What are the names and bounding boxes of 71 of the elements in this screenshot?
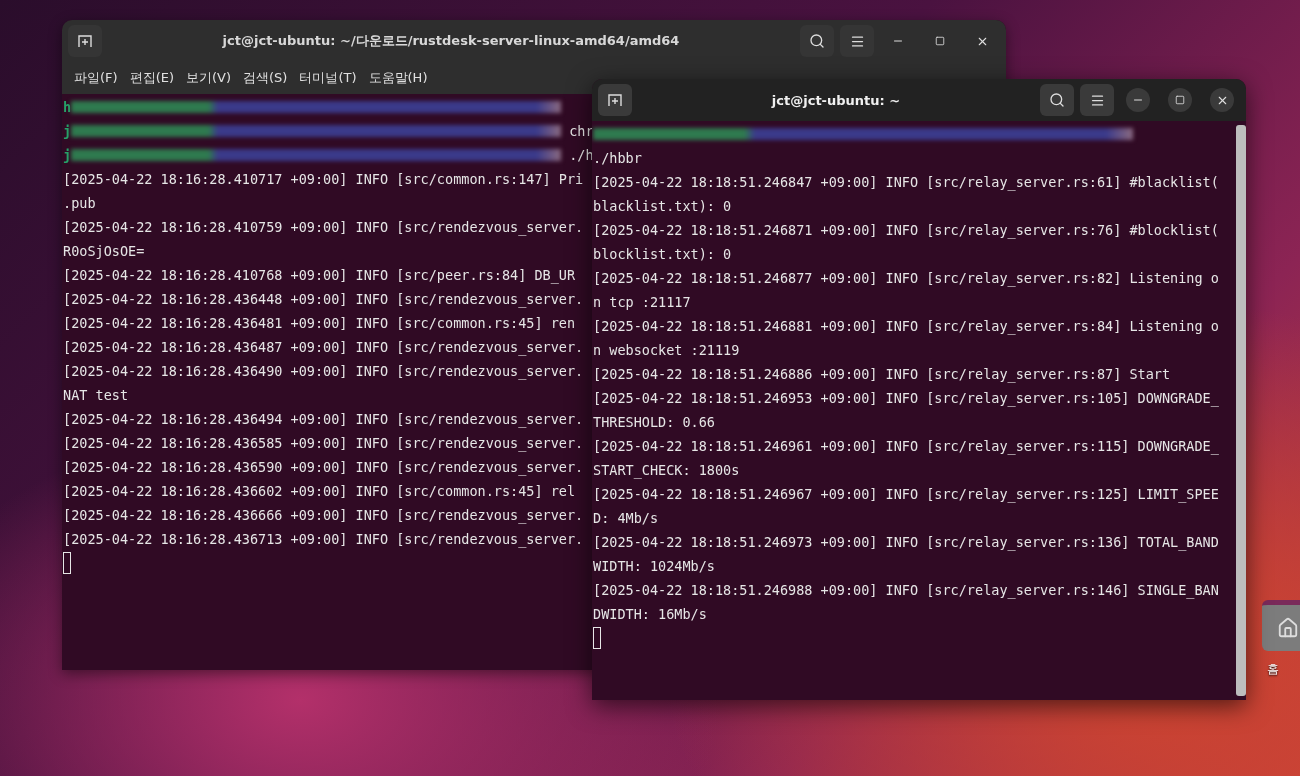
terminal-line: [2025-04-22 18:18:51.246953 +09:00] INFO [src/relay_server.rs:105] DOWNGRADE_ [593, 389, 1219, 409]
search-icon [1049, 92, 1065, 108]
maximize-icon [1175, 95, 1185, 105]
terminal-line: WIDTH: 1024Mb/s [593, 557, 715, 576]
terminal-line: NAT test [63, 386, 129, 405]
terminal-line: [2025-04-22 18:16:28.436494 +09:00] INFO [src/rendezvous_server. [63, 410, 584, 430]
terminal-line: n websocket :21119 [593, 341, 740, 360]
cursor [593, 627, 601, 649]
home-folder-icon[interactable] [1262, 600, 1300, 651]
window-title: jct@jct-ubuntu: ~ [770, 92, 902, 108]
search-button[interactable] [800, 25, 834, 57]
cursor [63, 552, 71, 574]
terminal-line: blacklist.txt): 0 [593, 197, 732, 216]
menu-item[interactable]: 편집(E) [123, 69, 180, 87]
terminal-line: blocklist.txt): 0 [593, 245, 732, 264]
terminal-line: [2025-04-22 18:18:51.246871 +09:00] INFO [src/relay_server.rs:76] #blocklist( [593, 221, 1219, 241]
terminal-line: START_CHECK: 1800s [593, 461, 740, 481]
scrollbar-thumb[interactable] [1236, 125, 1246, 696]
terminal-line: [2025-04-22 18:16:28.436490 +09:00] INFO [src/rendezvous_server. [63, 362, 584, 382]
terminal-line: [2025-04-22 18:16:28.436713 +09:00] INFO [src/rendezvous_server. [63, 530, 584, 550]
terminal-line: [2025-04-22 18:18:51.246881 +09:00] INFO [src/relay_server.rs:84] Listening o [593, 317, 1219, 337]
menu-item[interactable]: 파일(F) [68, 69, 124, 87]
close-button[interactable] [1210, 88, 1234, 112]
terminal-line: [2025-04-22 18:16:28.436585 +09:00] INFO [src/rendezvous_server. [63, 434, 584, 454]
terminal-line: DWIDTH: 16Mb/s [593, 605, 707, 624]
terminal-line: [2025-04-22 18:16:28.436666 +09:00] INFO [src/rendezvous_server. [63, 506, 584, 526]
prompt-text: j [63, 146, 72, 165]
terminal-line: .pub [63, 194, 96, 213]
menu-item[interactable]: 터미널(T) [293, 69, 363, 87]
menu-item[interactable]: 검색(S) [237, 69, 294, 87]
menu-button[interactable] [1080, 84, 1114, 116]
terminal-line: ./hbbr [593, 149, 642, 168]
terminal-line: [2025-04-22 18:18:51.246967 +09:00] INFO [src/relay_server.rs:125] LIMIT_SPEE [593, 485, 1219, 505]
minimize-button[interactable] [1126, 88, 1150, 112]
new-tab-button[interactable] [68, 25, 102, 57]
terminal-line: [2025-04-22 18:18:51.246988 +09:00] INFO [src/relay_server.rs:146] SINGLE_BAN [593, 581, 1219, 601]
terminal-line: D: 4Mb/s [593, 509, 659, 528]
terminal-line: ./h [569, 146, 594, 165]
terminal-line: [2025-04-22 18:18:51.246961 +09:00] INFO [src/relay_server.rs:115] DOWNGRADE_ [593, 437, 1219, 457]
terminal-line: [2025-04-22 18:18:51.246886 +09:00] INFO [src/relay_server.rs:87] Start [593, 365, 1171, 385]
terminal-line: chr [569, 122, 594, 141]
terminal-line: [2025-04-22 18:16:28.436487 +09:00] INFO [src/rendezvous_server. [63, 338, 584, 358]
search-button[interactable] [1040, 84, 1074, 116]
menu-item[interactable]: 도움말(H) [362, 69, 434, 87]
search-icon [809, 33, 825, 49]
prompt-text: h [63, 98, 72, 117]
menu-item[interactable]: 보기(V) [180, 69, 238, 87]
terminal-line: [2025-04-22 18:16:28.410717 +09:00] INFO [src/common.rs:147] Pri [63, 170, 584, 189]
terminal-line: [2025-04-22 18:16:28.436602 +09:00] INFO [src/common.rs:45] rel [63, 482, 576, 501]
menu-icon [1089, 92, 1105, 108]
new-tab-icon [78, 34, 92, 48]
terminal-line: THRESHOLD: 0.66 [593, 413, 715, 432]
new-tab-button[interactable] [598, 84, 632, 116]
terminal-line: [2025-04-22 18:16:28.436481 +09:00] INFO [src/common.rs:45] ren [63, 314, 576, 333]
terminal-line: [2025-04-22 18:16:28.436590 +09:00] INFO [src/rendezvous_server. [63, 458, 584, 478]
terminal-line: [2025-04-22 18:18:51.246877 +09:00] INFO [src/relay_server.rs:82] Listening o [593, 269, 1219, 289]
menu-icon [849, 33, 865, 49]
window-title: jct@jct-ubuntu: ~/다운로드/rustdesk-server-linux-amd64/amd64 [221, 32, 681, 50]
menu-button[interactable] [840, 25, 874, 57]
terminal-line: R0oSjOsOE= [63, 242, 145, 261]
terminal-line: n tcp :21117 [593, 293, 691, 312]
terminal-line: [2025-04-22 18:16:28.436448 +09:00] INFO [src/rendezvous_server. [63, 290, 584, 310]
maximize-icon [935, 36, 945, 46]
prompt-text: j [63, 122, 72, 141]
new-tab-icon [608, 93, 622, 107]
terminal-line: [2025-04-22 18:18:51.246973 +09:00] INFO [src/relay_server.rs:136] TOTAL_BAND [593, 533, 1219, 553]
terminal-line: [2025-04-22 18:18:51.246847 +09:00] INFO [src/relay_server.rs:61] #blacklist( [593, 173, 1219, 193]
terminal-line: [2025-04-22 18:16:28.410768 +09:00] INFO [src/peer.rs:84] DB_UR [63, 266, 576, 286]
terminal-line: [2025-04-22 18:16:28.410759 +09:00] INFO [src/rendezvous_server. [63, 218, 584, 238]
maximize-button[interactable] [1168, 88, 1192, 112]
icon-label: 홈 [1267, 661, 1279, 678]
